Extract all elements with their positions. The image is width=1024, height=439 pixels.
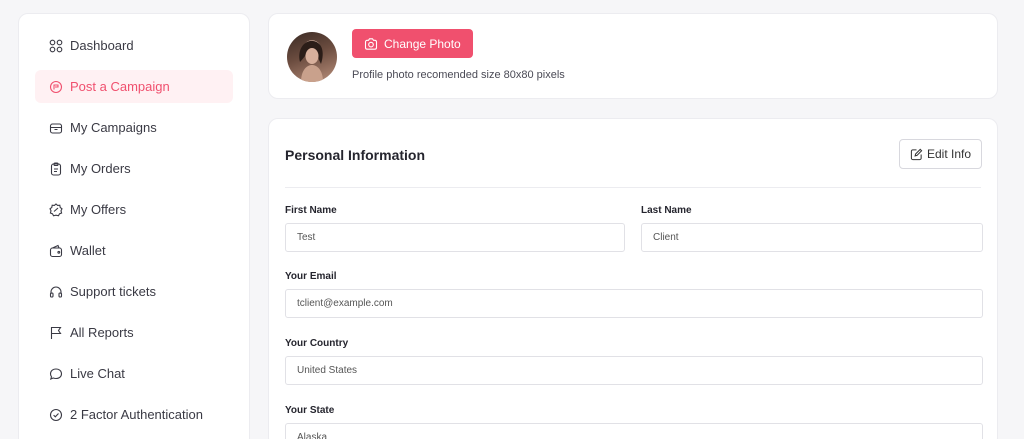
photo-hint: Profile photo recomended size 80x80 pixe… [352, 69, 565, 81]
headset-icon [49, 285, 63, 299]
divider [285, 187, 981, 188]
edit-icon [910, 148, 923, 160]
country-field[interactable]: United States [285, 356, 983, 385]
sidebar-item-label: My Campaigns [70, 120, 157, 135]
change-photo-button[interactable]: Change Photo [352, 29, 473, 58]
sidebar-item-support-tickets[interactable]: Support tickets [35, 275, 233, 308]
sidebar-item-label: Live Chat [70, 366, 125, 381]
sidebar-item-post-campaign[interactable]: Post a Campaign [35, 70, 233, 103]
sidebar-item-label: Post a Campaign [70, 79, 170, 94]
avatar [287, 32, 337, 82]
sidebar-item-wallet[interactable]: Wallet [35, 234, 233, 267]
box-icon [49, 121, 63, 135]
wallet-icon [49, 244, 63, 258]
badge-icon [49, 202, 63, 217]
camera-icon [364, 37, 378, 50]
sidebar-item-label: My Offers [70, 202, 127, 217]
email-label: Your Email [285, 271, 337, 282]
email-field[interactable]: tclient@example.com [285, 289, 983, 318]
chat-icon [49, 367, 63, 381]
edit-info-button[interactable]: Edit Info [898, 139, 982, 169]
country-label: Your Country [285, 338, 349, 349]
profile-photo-card: Change Photo Profile photo recomended si… [268, 13, 998, 99]
edit-info-label: Edit Info [926, 147, 971, 161]
sidebar-item-live-chat[interactable]: Live Chat [35, 357, 233, 390]
sidebar-item-my-offers[interactable]: My Offers [35, 193, 233, 226]
sidebar-item-all-reports[interactable]: All Reports [35, 316, 233, 349]
first-name-field[interactable]: Test [285, 223, 625, 252]
flag-icon [49, 326, 63, 340]
sidebar-item-my-campaigns[interactable]: My Campaigns [35, 111, 233, 144]
state-label: Your State [285, 405, 335, 416]
change-photo-label: Change Photo [384, 36, 461, 51]
sidebar-item-label: Dashboard [70, 38, 134, 53]
campaign-icon [49, 80, 63, 94]
sidebar-item-label: My Orders [70, 161, 131, 176]
sidebar-item-label: Wallet [70, 243, 106, 258]
first-name-label: First Name [285, 205, 337, 216]
sidebar-item-label: 2 Factor Authentication [70, 407, 203, 422]
sidebar-item-dashboard[interactable]: Dashboard [35, 29, 233, 62]
last-name-label: Last Name [641, 205, 692, 216]
state-field[interactable]: Alaska [285, 423, 983, 439]
sidebar-item-2fa[interactable]: 2 Factor Authentication [35, 398, 233, 431]
section-title: Personal Information [285, 147, 426, 163]
shield-check-icon [49, 408, 63, 422]
sidebar: Dashboard Post a Campaign My Campaigns M… [18, 13, 250, 439]
grid-icon [49, 39, 63, 53]
clipboard-icon [49, 161, 63, 176]
sidebar-item-label: Support tickets [70, 284, 156, 299]
sidebar-item-my-orders[interactable]: My Orders [35, 152, 233, 185]
last-name-field[interactable]: Client [641, 223, 983, 252]
sidebar-item-label: All Reports [70, 325, 134, 340]
personal-info-card: Personal Information Edit Info First Nam… [268, 118, 998, 439]
